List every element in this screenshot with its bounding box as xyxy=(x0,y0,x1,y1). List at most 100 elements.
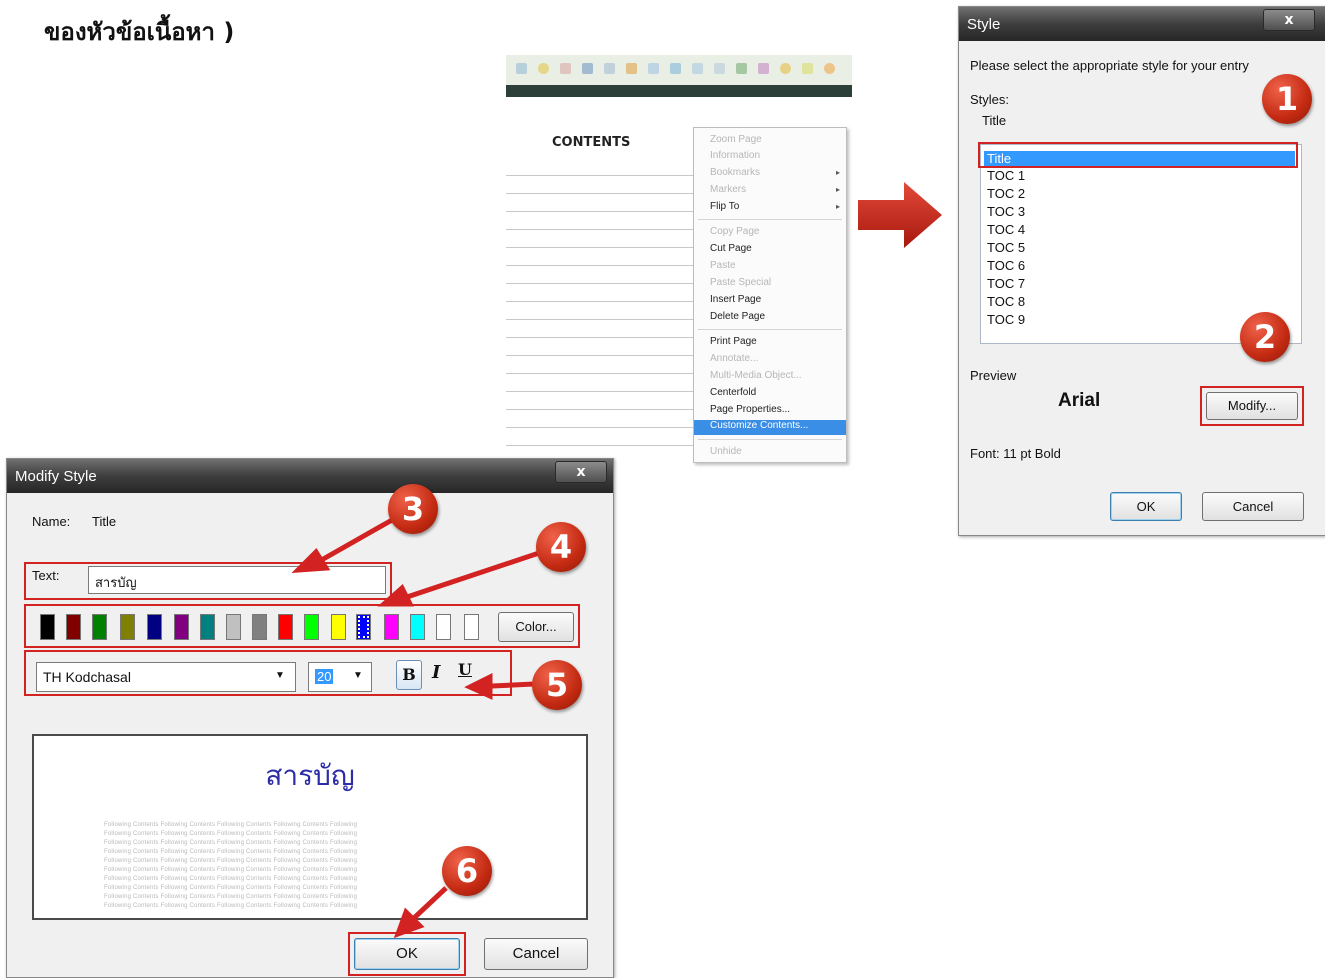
menu-item-delete-page[interactable]: Delete Page xyxy=(710,311,765,322)
toolbar-icon[interactable] xyxy=(538,63,549,74)
color-swatch-maroon[interactable] xyxy=(66,614,81,640)
color-swatch-olive[interactable] xyxy=(120,614,135,640)
flipbook-context-screenshot: CONTENTS Zoom Page Information Bookmarks… xyxy=(506,55,852,463)
menu-item-page-properties[interactable]: Page Properties... xyxy=(710,404,790,415)
name-label: Name: xyxy=(32,514,71,529)
color-swatch-purple[interactable] xyxy=(174,614,189,640)
close-icon[interactable]: x xyxy=(1263,9,1315,31)
style-item-toc4[interactable]: TOC 4 xyxy=(987,222,1025,237)
toc-line xyxy=(506,391,696,392)
flow-arrow-icon xyxy=(858,182,942,248)
modify-cancel-button[interactable]: Cancel xyxy=(484,938,588,970)
italic-button[interactable]: I xyxy=(432,662,440,683)
menu-item-copy-page[interactable]: Copy Page xyxy=(710,226,759,237)
underline-button[interactable]: U xyxy=(458,660,472,679)
menu-item-flip-to[interactable]: Flip To xyxy=(710,201,739,212)
color-swatch-red[interactable] xyxy=(278,614,293,640)
color-swatch-black[interactable] xyxy=(40,614,55,640)
style-item-toc8[interactable]: TOC 8 xyxy=(987,294,1025,309)
bold-button[interactable]: B xyxy=(396,660,422,690)
submenu-arrow-icon: ▸ xyxy=(835,185,840,194)
style-item-toc2[interactable]: TOC 2 xyxy=(987,186,1025,201)
menu-item-zoom-page[interactable]: Zoom Page xyxy=(710,134,762,145)
menu-item-markers[interactable]: Markers xyxy=(710,184,746,195)
style-dialog-title: Style xyxy=(967,16,1001,33)
menu-item-annotate[interactable]: Annotate... xyxy=(710,353,758,364)
menu-item-information[interactable]: Information xyxy=(710,150,760,161)
toolbar-icon[interactable] xyxy=(582,63,593,74)
preview-filler-line: Following Contents Following Contents Fo… xyxy=(104,867,358,873)
text-field-value: สารบัญ xyxy=(95,575,137,590)
toolbar-icon[interactable] xyxy=(780,63,791,74)
color-swatch-blue-selected[interactable] xyxy=(356,614,371,640)
color-swatch-fuchsia[interactable] xyxy=(384,614,399,640)
text-field[interactable]: สารบัญ xyxy=(88,566,386,594)
style-cancel-button[interactable]: Cancel xyxy=(1202,492,1304,521)
toolbar-icon[interactable] xyxy=(604,63,615,74)
toc-line xyxy=(506,211,696,212)
color-swatch-white[interactable] xyxy=(436,614,451,640)
style-item-toc9[interactable]: TOC 9 xyxy=(987,312,1025,327)
toc-line xyxy=(506,301,696,302)
menu-item-bookmarks[interactable]: Bookmarks xyxy=(710,167,760,178)
font-combobox[interactable]: TH Kodchasal ▼ xyxy=(36,662,296,692)
color-swatch-aqua[interactable] xyxy=(410,614,425,640)
size-combobox[interactable]: 20 ▼ xyxy=(308,662,372,692)
menu-item-print-page[interactable]: Print Page xyxy=(710,336,757,347)
step-badge-3: 3 xyxy=(388,484,438,534)
style-item-toc3[interactable]: TOC 3 xyxy=(987,204,1025,219)
text-label: Text: xyxy=(32,568,60,583)
style-dialog-titlebar[interactable]: Style x xyxy=(959,7,1325,41)
menu-item-centerfold[interactable]: Centerfold xyxy=(710,387,756,398)
color-swatch-silver[interactable] xyxy=(226,614,241,640)
toolbar-icon[interactable] xyxy=(670,63,681,74)
preview-filler-line: Following Contents Following Contents Fo… xyxy=(104,831,358,837)
color-swatch-green[interactable] xyxy=(92,614,107,640)
toolbar-icon[interactable] xyxy=(824,63,835,74)
toolbar-icon[interactable] xyxy=(714,63,725,74)
color-swatch-gray[interactable] xyxy=(252,614,267,640)
color-swatch-lime[interactable] xyxy=(304,614,319,640)
color-swatch-teal[interactable] xyxy=(200,614,215,640)
toolbar-icon[interactable] xyxy=(648,63,659,74)
toc-line xyxy=(506,247,696,248)
toolbar-icon[interactable] xyxy=(626,63,637,74)
menu-item-insert-page[interactable]: Insert Page xyxy=(710,294,761,305)
color-swatch-custom[interactable] xyxy=(464,614,479,640)
font-info: Font: 11 pt Bold xyxy=(970,446,1061,461)
step-badge-6: 6 xyxy=(442,846,492,896)
style-item-toc6[interactable]: TOC 6 xyxy=(987,258,1025,273)
step-badge-4: 4 xyxy=(536,522,586,572)
toc-line xyxy=(506,229,696,230)
style-item-toc7[interactable]: TOC 7 xyxy=(987,276,1025,291)
style-item-toc1[interactable]: TOC 1 xyxy=(987,168,1025,183)
style-item-toc5[interactable]: TOC 5 xyxy=(987,240,1025,255)
menu-item-cut-page[interactable]: Cut Page xyxy=(710,243,752,254)
section-heading: ของหัวข้อเนื้อหา ) xyxy=(44,18,235,46)
preview-filler-line: Following Contents Following Contents Fo… xyxy=(104,876,358,882)
toolbar-icon[interactable] xyxy=(516,63,527,74)
color-swatch-yellow[interactable] xyxy=(331,614,346,640)
step-badge-1: 1 xyxy=(1262,74,1312,124)
menu-item-multimedia-object[interactable]: Multi-Media Object... xyxy=(710,370,802,381)
toolbar-icon[interactable] xyxy=(802,63,813,74)
menu-item-unhide[interactable]: Unhide xyxy=(710,446,742,457)
preview-filler-line: Following Contents Following Contents Fo… xyxy=(104,894,358,900)
toolbar-icon[interactable] xyxy=(692,63,703,74)
chevron-down-icon[interactable]: ▼ xyxy=(275,670,285,681)
toolbar-icon[interactable] xyxy=(560,63,571,74)
style-ok-button[interactable]: OK xyxy=(1110,492,1182,521)
menu-item-paste[interactable]: Paste xyxy=(710,260,736,271)
color-button[interactable]: Color... xyxy=(498,612,574,642)
highlight-box-ok xyxy=(348,932,466,976)
modify-dialog-titlebar[interactable]: Modify Style x xyxy=(7,459,613,493)
preview-filler-line: Following Contents Following Contents Fo… xyxy=(104,849,358,855)
close-icon[interactable]: x xyxy=(555,461,607,483)
toolbar-icon[interactable] xyxy=(736,63,747,74)
color-swatch-navy[interactable] xyxy=(147,614,162,640)
chevron-down-icon[interactable]: ▼ xyxy=(353,670,363,681)
menu-item-paste-special[interactable]: Paste Special xyxy=(710,277,771,288)
menu-item-customize-contents[interactable]: Customize Contents... xyxy=(694,420,846,435)
toc-line xyxy=(506,319,696,320)
toolbar-icon[interactable] xyxy=(758,63,769,74)
